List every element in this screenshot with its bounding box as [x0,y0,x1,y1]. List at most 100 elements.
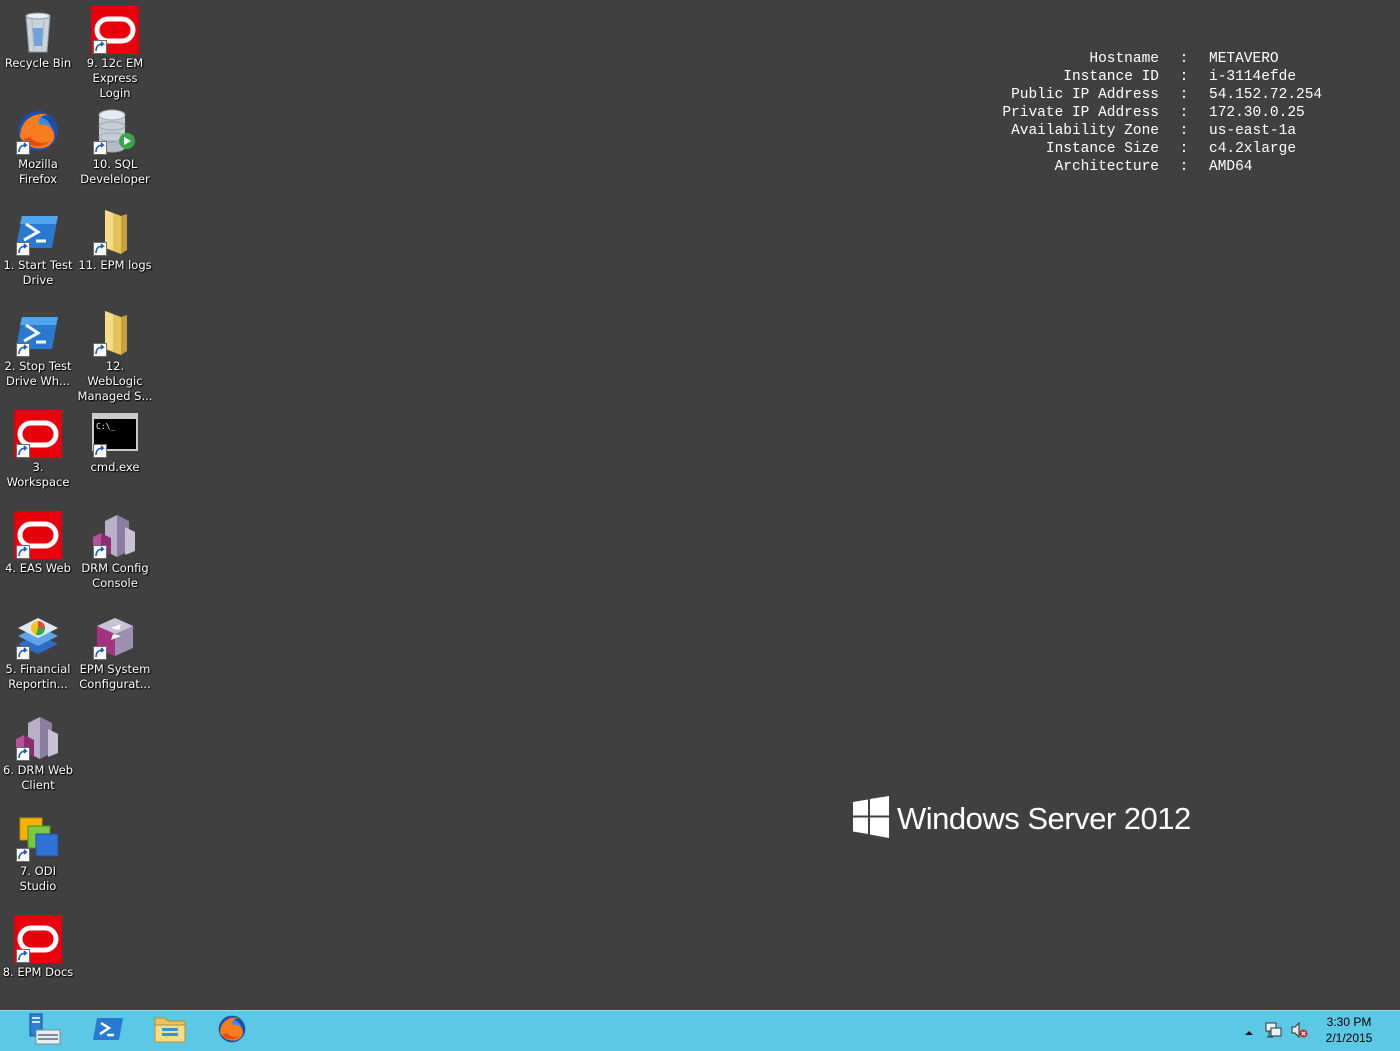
system-info-panel: Hostname : METAVERO Instance ID : i-3114… [940,50,1322,176]
taskbar-server-manager-button[interactable] [15,1013,75,1049]
sysinfo-row-availability-zone: Availability Zone : us-east-1a [940,122,1322,140]
desktop-icon-label: 10. SQL Develeloper [80,157,150,186]
shortcut-arrow-icon [93,343,107,357]
shortcut-arrow-icon [16,848,30,862]
powershell-icon [14,309,62,357]
desktop-icon-label: EPM System Configurat... [79,662,151,691]
shortcut-arrow-icon [16,141,30,155]
taskbar-file-explorer-button[interactable] [140,1013,200,1049]
sysinfo-key: Instance Size [1045,141,1159,157]
network-icon[interactable] [1265,1021,1283,1043]
volume-muted-icon[interactable] [1290,1021,1308,1043]
recycle-bin-icon [14,6,62,54]
sysinfo-separator: : [1179,141,1189,157]
sysinfo-key: Public IP Address [1011,87,1159,103]
desktop-icon-label: 3. Workspace [6,460,70,489]
desktop-icon-drm-config[interactable]: DRM Config Console [77,505,153,591]
sysinfo-row-private-ip: Private IP Address : 172.30.0.25 [940,104,1322,122]
desktop-icon-workspace[interactable]: 3. Workspace [0,404,76,490]
desktop-icon-label: 12. WebLogic Managed S... [77,359,153,403]
desktop-icon-label: 4. EAS Web [5,561,71,575]
sysinfo-separator: : [1179,87,1189,103]
desktop-icon-start-test-drive[interactable]: 1. Start Test Drive [0,202,76,288]
sysinfo-row-public-ip: Public IP Address : 54.152.72.254 [940,86,1322,104]
sysinfo-key: Architecture [1054,159,1159,175]
svg-text:C:\_: C:\_ [96,422,115,431]
sysinfo-value: c4.2xlarge [1209,141,1297,157]
powershell-icon [14,208,62,256]
show-hidden-icons-chevron-icon[interactable] [1244,1023,1254,1042]
powershell-icon [92,1016,124,1046]
desktop-icon-stop-test-drive[interactable]: 2. Stop Test Drive Wh... [0,303,76,389]
desktop-icon-epm-system-config[interactable]: EPM System Configurat... [77,606,153,692]
desktop-icon-label: 1. Start Test Drive [3,258,73,287]
sysinfo-value: i-3114efde [1209,69,1297,85]
odi-icon [14,814,62,862]
clock-time: 3:30 PM [1326,1015,1372,1029]
shortcut-arrow-icon [16,545,30,559]
shortcut-arrow-icon [16,949,30,963]
oracle-icon [14,511,62,559]
shortcut-arrow-icon [93,242,107,256]
sysinfo-separator: : [1179,105,1189,121]
desktop-icon-label: Mozilla Firefox [18,157,58,186]
desktop-icon-recycle-bin[interactable]: Recycle Bin [0,0,76,71]
desktop-icon-odi-studio[interactable]: 7. ODI Studio [0,808,76,894]
desktop-icon-weblogic-managed[interactable]: 12. WebLogic Managed S... [77,303,153,404]
desktop-icon-label: 11. EPM logs [78,258,152,272]
desktop-icon-label: 2. Stop Test Drive Wh... [4,359,72,388]
taskbar-powershell-button[interactable] [78,1013,138,1049]
drm-cubes-icon [14,713,62,761]
drm-cubes-icon [91,511,139,559]
desktop-icon-label: Recycle Bin [4,56,72,70]
firefox-icon [14,107,62,155]
sysinfo-key: Instance ID [1063,69,1159,85]
sysinfo-value: AMD64 [1209,159,1253,175]
sysinfo-value: 54.152.72.254 [1209,87,1323,103]
taskbar-firefox-button[interactable] [202,1013,262,1049]
clock-date: 2/1/2015 [1325,1031,1373,1045]
oracle-icon [14,915,62,963]
desktop-icon-label: 7. ODI Studio [19,864,57,893]
watermark-text: Windows Server 2012 [897,801,1191,836]
shortcut-arrow-icon [93,545,107,559]
sysinfo-separator: : [1179,123,1189,139]
oracle-icon [91,6,139,54]
desktop-icon-financial-reporting[interactable]: 5. Financial Reportin... [0,606,76,692]
desktop-icon-eas-web[interactable]: 4. EAS Web [0,505,76,576]
desktop-icon-label: 9. 12c EM Express Login [86,56,144,100]
sysinfo-key: Hostname [1089,51,1159,67]
shortcut-arrow-icon [16,747,30,761]
desktop-icon-label: 8. EPM Docs [2,965,74,979]
desktop-icon-epm-logs[interactable]: 11. EPM logs [77,202,153,273]
desktop-icon-epm-docs[interactable]: 8. EPM Docs [0,909,76,980]
desktop-icon-sql-developer[interactable]: 10. SQL Develeloper [77,101,153,187]
shortcut-arrow-icon [16,646,30,660]
sysinfo-row-hostname: Hostname : METAVERO [940,50,1322,68]
sysinfo-key: Availability Zone [1011,123,1159,139]
server-manager-icon [28,1012,62,1050]
shortcut-arrow-icon [16,242,30,256]
desktop-icon-cmd[interactable]: C:\_ cmd.exe [77,404,153,475]
shortcut-arrow-icon [93,444,107,458]
sysinfo-row-instance-id: Instance ID : i-3114efde [940,68,1322,86]
sysinfo-separator: : [1179,51,1189,67]
desktop-icon-label: 5. Financial Reportin... [5,662,71,691]
shortcut-arrow-icon [93,141,107,155]
epm-config-icon [91,612,139,660]
shortcut-arrow-icon [93,40,107,54]
database-icon [91,107,139,155]
shortcut-arrow-icon [16,343,30,357]
firefox-icon [216,1013,248,1049]
cmd-icon: C:\_ [91,410,139,458]
sysinfo-separator: : [1179,69,1189,85]
sysinfo-row-architecture: Architecture : AMD64 [940,158,1322,176]
taskbar-clock[interactable]: 3:30 PM 2/1/2015 [1310,1014,1388,1046]
shortcut-arrow-icon [16,444,30,458]
folder-icon [91,208,139,256]
desktop-icon-label: cmd.exe [90,460,140,474]
desktop-icon-em-express[interactable]: 9. 12c EM Express Login [77,0,153,101]
desktop-icon-firefox[interactable]: Mozilla Firefox [0,101,76,187]
desktop-icon-drm-web-client[interactable]: 6. DRM Web Client [0,707,76,793]
shortcut-arrow-icon [93,646,107,660]
